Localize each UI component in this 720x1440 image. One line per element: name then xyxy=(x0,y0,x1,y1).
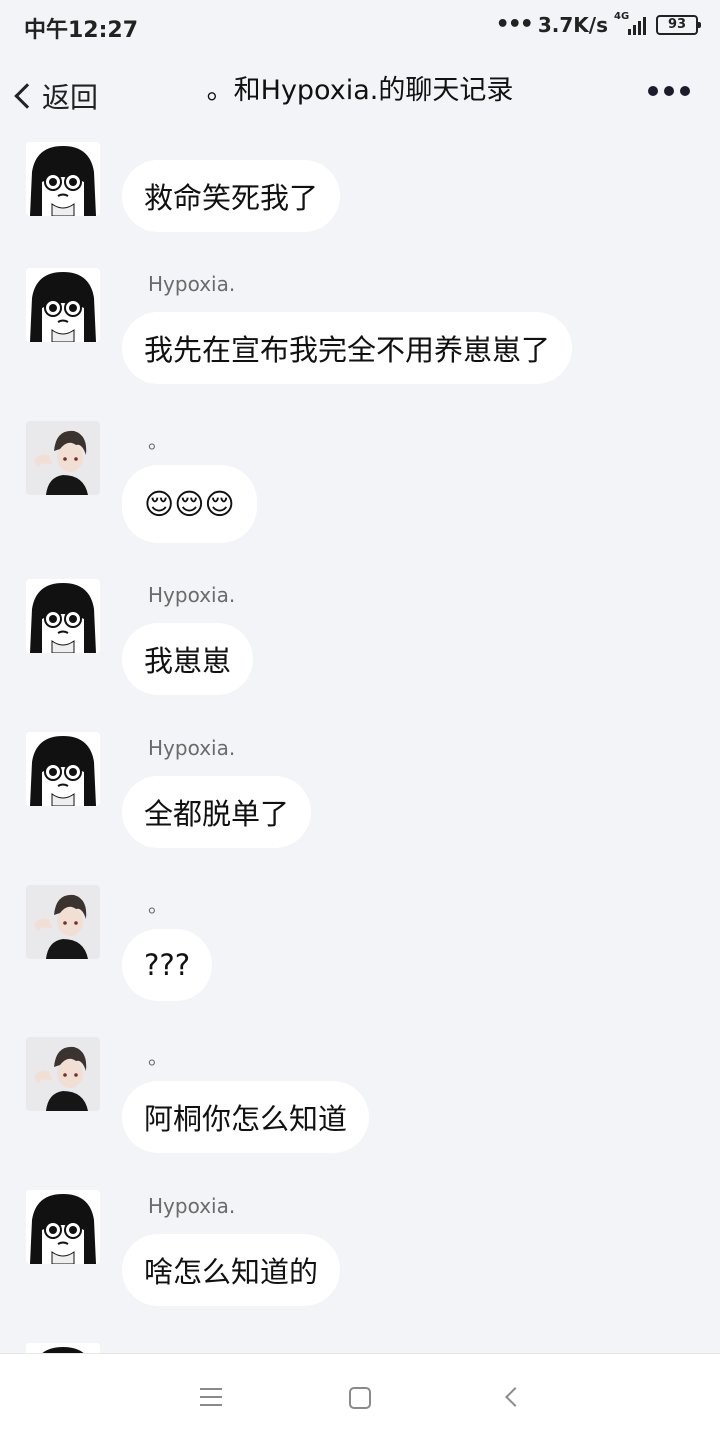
avatar[interactable] xyxy=(26,1343,100,1353)
avatar[interactable] xyxy=(26,1190,100,1264)
avatar[interactable] xyxy=(26,142,100,216)
message-bubble[interactable]: 我崽崽 xyxy=(122,623,254,695)
avatar[interactable] xyxy=(26,579,100,653)
sender-name: 。 xyxy=(148,429,168,453)
chat-history[interactable]: 救命笑死我了 Hypoxia. 我先在宣布我完全不用养崽崽了 。 😌😌😌 Hyp… xyxy=(0,136,720,1353)
more-dot-icon xyxy=(648,86,658,96)
notification-dots-icon: ••• xyxy=(495,12,534,37)
battery-level: 93 xyxy=(667,17,687,32)
message-bubble[interactable]: 救命笑死我了 xyxy=(122,160,341,232)
signal-icon: 4G xyxy=(614,11,646,35)
message-bubble[interactable]: 啥怎么知道的 xyxy=(122,1234,341,1306)
page-title: 。和Hypoxia.的聊天记录 xyxy=(206,75,514,106)
message-bubble[interactable]: 😌😌😌 xyxy=(122,465,257,543)
message-bubble[interactable]: 阿桐你怎么知道 xyxy=(122,1081,370,1153)
home-icon[interactable] xyxy=(349,1387,371,1409)
sender-name: Hypoxia. xyxy=(148,272,236,296)
sender-name: Hypoxia. xyxy=(148,736,236,760)
status-time: 中午12:27 xyxy=(24,18,139,43)
avatar[interactable] xyxy=(26,421,100,495)
avatar[interactable] xyxy=(26,268,100,342)
network-type: 4G xyxy=(614,10,630,22)
more-options-button[interactable] xyxy=(648,86,690,96)
sender-name: 。 xyxy=(148,893,168,917)
avatar[interactable] xyxy=(26,732,100,806)
emoji-row: 😌😌😌 xyxy=(144,487,235,521)
menu-icon[interactable] xyxy=(200,1388,222,1412)
avatar[interactable] xyxy=(26,1037,100,1111)
sender-name: Hypoxia. xyxy=(148,583,236,607)
more-dot-icon xyxy=(680,86,690,96)
status-bar: 中午12:27 ••• 3.7K/s 4G 93 xyxy=(0,0,720,52)
sender-name: Hypoxia. xyxy=(148,1194,236,1218)
avatar[interactable] xyxy=(26,885,100,959)
nav-bar: 返回 。和Hypoxia.的聊天记录 xyxy=(0,56,720,136)
network-speed: 3.7K/s xyxy=(537,12,608,37)
more-dot-icon xyxy=(664,86,674,96)
status-indicators: ••• 3.7K/s 4G 93 xyxy=(495,11,701,37)
message-bubble[interactable]: 我先在宣布我完全不用养崽崽了 xyxy=(122,312,573,384)
message-bubble[interactable]: ??? xyxy=(122,929,213,1001)
sender-name: 。 xyxy=(148,1045,168,1069)
system-nav-bar xyxy=(0,1353,720,1440)
message-bubble[interactable]: 全都脱单了 xyxy=(122,776,312,848)
battery-icon: 93 xyxy=(656,14,701,35)
back-icon[interactable] xyxy=(505,1387,525,1407)
